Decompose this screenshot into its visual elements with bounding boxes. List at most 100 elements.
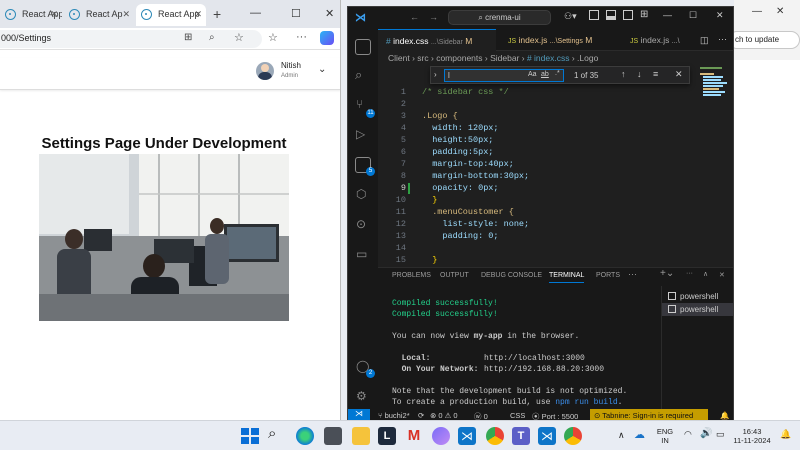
remote-explorer-icon[interactable]: ⬡ <box>356 187 366 201</box>
search-icon[interactable]: ⌕ <box>268 425 286 443</box>
explorer-icon[interactable] <box>355 39 371 55</box>
problems-status[interactable]: ⊗ 0 ⚠ 0 <box>430 411 458 420</box>
copilot-chat-icon[interactable]: ⊙ <box>356 217 366 231</box>
toggle-secondary-sidebar-icon[interactable] <box>623 10 633 20</box>
split-editor-icon[interactable]: ◫ <box>700 35 709 46</box>
more-icon[interactable]: ··· <box>296 31 307 43</box>
close-icon[interactable]: ✕ <box>675 69 683 80</box>
forward-icon[interactable]: → <box>429 12 438 22</box>
minimize-button[interactable]: — <box>663 10 672 20</box>
toggle-panel-icon[interactable] <box>606 10 616 20</box>
terminal-item-active[interactable]: powershell <box>662 303 733 316</box>
new-tab-button[interactable]: + <box>213 6 221 22</box>
previous-match-icon[interactable]: ↑ <box>621 69 626 79</box>
breadcrumb-item[interactable]: Client <box>388 53 410 63</box>
tab-debug-console[interactable]: DEBUG CONSOLE <box>481 272 542 279</box>
next-match-icon[interactable]: ↓ <box>637 69 642 79</box>
cloud-icon[interactable]: ☁ <box>634 428 645 441</box>
more-icon[interactable]: ··· <box>686 270 693 277</box>
chat-icon[interactable]: ▭ <box>356 247 367 261</box>
tab-problems[interactable]: PROBLEMS <box>392 272 431 279</box>
tab-terminal[interactable]: TERMINAL <box>549 272 585 283</box>
close-tab-icon[interactable]: ✕ <box>50 9 58 20</box>
copilot-icon[interactable]: ⚇▾ <box>564 11 577 22</box>
close-tab-icon[interactable]: ✕ <box>194 9 202 20</box>
breadcrumb-item[interactable]: Sidebar <box>490 53 519 63</box>
editor-tab-active[interactable]: # index.css ...\Sidebar M <box>378 29 496 51</box>
chevron-right-icon[interactable]: › <box>434 70 437 79</box>
chevron-up-icon[interactable]: ∧ <box>703 270 708 278</box>
browser-tab[interactable]: React App ✕ <box>0 4 62 26</box>
minimize-icon[interactable]: — <box>752 6 762 17</box>
media-icon[interactable] <box>324 427 342 445</box>
editor-tab[interactable]: JS index.js ...\ <box>622 29 692 51</box>
gear-icon[interactable]: ⚙ <box>356 389 367 403</box>
favorites-icon[interactable]: ☆ <box>268 31 278 44</box>
grid-icon[interactable]: ⊞ <box>184 32 192 43</box>
layout-icon[interactable]: ⊞ <box>640 9 648 20</box>
teams-icon[interactable]: T <box>512 427 530 445</box>
find-in-selection-icon[interactable]: ≡ <box>653 69 658 79</box>
browser-tab-active[interactable]: React App ✕ <box>136 4 206 26</box>
more-icon[interactable]: ··· <box>718 34 727 44</box>
branch-icon[interactable]: ⑂ buchi2* <box>378 411 410 420</box>
breadcrumb-item[interactable]: # index.css <box>527 53 570 63</box>
wifi-icon[interactable]: ◠ <box>684 429 692 440</box>
match-word-icon[interactable]: ab <box>541 71 549 78</box>
minimize-button[interactable]: — <box>250 7 261 19</box>
vscode-icon[interactable]: ⋊ <box>458 427 476 445</box>
gmail-icon[interactable]: M <box>405 427 423 445</box>
search-icon[interactable]: ⌕ <box>355 67 362 83</box>
close-icon[interactable]: ✕ <box>776 6 784 17</box>
file-explorer-icon[interactable] <box>352 427 370 445</box>
terminal-item[interactable]: powershell <box>662 290 733 303</box>
maximize-button[interactable]: ☐ <box>689 10 697 21</box>
editor-tab[interactable]: JS index.js ...\Settings M <box>500 29 615 51</box>
windows-start-icon[interactable] <box>240 427 259 445</box>
browser-tab[interactable]: React Ap ✕ <box>64 4 134 26</box>
breadcrumb-item[interactable]: components <box>436 53 482 63</box>
maximize-button[interactable]: ☐ <box>291 7 301 20</box>
notifications-icon[interactable]: 🔔 <box>780 429 791 440</box>
close-tab-icon[interactable]: ✕ <box>122 9 130 20</box>
avatar[interactable] <box>256 62 274 80</box>
app-icon[interactable] <box>432 427 450 445</box>
notifications-icon[interactable]: 🔔 <box>720 411 729 420</box>
chrome-icon[interactable] <box>486 427 504 445</box>
run-debug-icon[interactable]: ▷ <box>356 127 365 141</box>
toggle-sidebar-icon[interactable] <box>589 10 599 20</box>
battery-icon[interactable]: ▭ <box>716 429 725 440</box>
breadcrumb-item[interactable]: src <box>417 53 428 63</box>
sync-icon[interactable]: ⟳ <box>418 411 424 420</box>
update-button[interactable]: ch to update <box>728 31 800 49</box>
chevron-up-icon[interactable]: ∧ <box>618 430 625 441</box>
command-center[interactable]: ⌕ crenma-ui <box>448 10 551 25</box>
edge-icon[interactable] <box>296 427 314 445</box>
regex-icon[interactable]: .* <box>555 70 560 77</box>
app-l-icon[interactable]: L <box>378 427 396 445</box>
code-editor[interactable]: 1 /* sidebar css */ 2 3 .Logo { 4 width:… <box>378 87 698 267</box>
new-terminal-icon[interactable]: +⌄ <box>660 268 674 279</box>
chrome-icon[interactable] <box>564 427 582 445</box>
zoom-icon[interactable]: ⌕ <box>209 32 215 43</box>
favorite-star-icon[interactable]: ☆ <box>234 31 244 44</box>
address-bar[interactable]: 000/Settings <box>0 30 262 48</box>
close-button[interactable]: ✕ <box>716 10 724 21</box>
vscode-icon[interactable]: ⋊ <box>538 427 556 445</box>
tab-output[interactable]: OUTPUT <box>440 272 469 279</box>
language-indicator[interactable]: ENG IN <box>655 427 675 445</box>
close-icon[interactable]: ✕ <box>719 271 725 279</box>
volume-icon[interactable]: 🔊 <box>700 428 712 439</box>
tab-ports[interactable]: PORTS <box>596 272 620 279</box>
find-input[interactable]: l Aa ab .* <box>444 69 564 82</box>
back-icon[interactable]: ← <box>410 12 419 22</box>
close-button[interactable]: ✕ <box>325 7 334 20</box>
more-icon[interactable]: ··· <box>628 269 637 279</box>
clock[interactable]: 16:43 11-11-2024 <box>730 427 774 445</box>
breadcrumb-item[interactable]: .Logo <box>577 53 598 63</box>
minimap[interactable] <box>700 65 730 265</box>
source-control-icon[interactable]: ⑂ <box>356 97 363 111</box>
match-case-icon[interactable]: Aa <box>528 71 537 78</box>
chevron-down-icon[interactable]: ⌄ <box>318 64 326 75</box>
copilot-icon[interactable] <box>320 31 334 45</box>
